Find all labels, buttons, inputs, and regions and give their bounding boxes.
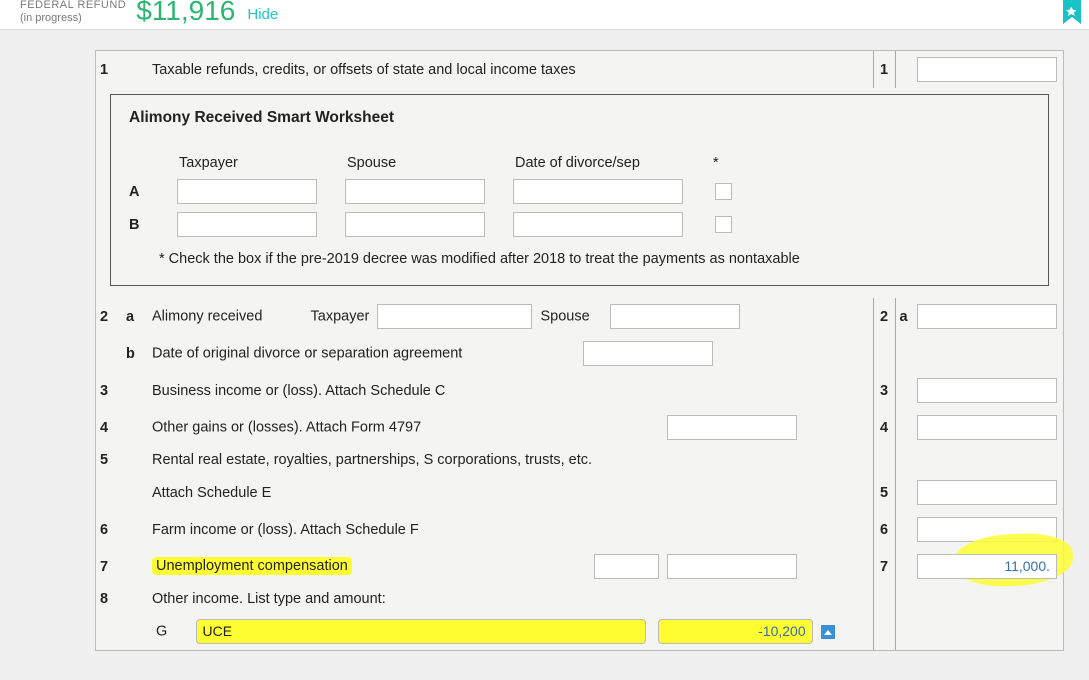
alimony-a-checkbox[interactable]: [715, 183, 732, 200]
line-8g-type-field[interactable]: UCE: [196, 619, 646, 644]
line-7-row: 7 Unemployment compensation 7: [96, 548, 1063, 585]
refund-amount: $11,916: [136, 0, 235, 25]
line-8-num: 8: [96, 585, 122, 613]
line-3-amount-field[interactable]: [917, 378, 1057, 403]
line-7-mid-field-b[interactable]: [667, 554, 797, 579]
alimony-ws-title: Alimony Received Smart Worksheet: [129, 109, 1030, 127]
alimony-b-spouse-field[interactable]: [345, 212, 485, 237]
line-3-rnum: 3: [873, 372, 895, 409]
line-8-row: 8 Other income. List type and amount:: [96, 585, 1063, 613]
alimony-row-b-label: B: [129, 217, 159, 233]
alimony-a-date-field[interactable]: [513, 179, 683, 204]
line-8-desc: Other income. List type and amount:: [148, 585, 873, 613]
form-schedule: 1 Taxable refunds, credits, or offsets o…: [95, 50, 1064, 651]
line-2a-taxpayer-field[interactable]: [377, 304, 532, 329]
line-7-rnum: 7: [873, 548, 895, 585]
line-2a-rsub: a: [895, 298, 913, 335]
line-7-mid-field-a[interactable]: [594, 554, 659, 579]
line-2a-rnum: 2: [873, 298, 895, 335]
line-5-amount-field[interactable]: [917, 480, 1057, 505]
app-header: FEDERAL REFUND (in progress) $11,916 Hid…: [0, 0, 1089, 30]
line-5-desc2: Attach Schedule E: [148, 474, 873, 511]
line-2a-taxpayer-lbl: Taxpayer: [311, 308, 370, 324]
line-8g-label: G: [156, 623, 167, 639]
alimony-hdr-date: Date of divorce/sep: [513, 155, 693, 171]
line-4-num: 4: [96, 409, 122, 446]
line-2b-row: b Date of original divorce or separation…: [96, 335, 1063, 372]
line-1-num: 1: [96, 51, 122, 88]
line-1-desc: Taxable refunds, credits, or offsets of …: [148, 51, 873, 88]
line-8g-amount-field[interactable]: -10,200: [658, 619, 813, 644]
line-2a-sub: a: [122, 298, 148, 335]
line-2a-spouse-lbl: Spouse: [540, 308, 589, 324]
line-1-amount-field[interactable]: [917, 57, 1057, 82]
line-2b-desc: Date of original divorce or separation a…: [152, 345, 462, 361]
alimony-b-taxpayer-field[interactable]: [177, 212, 317, 237]
alimony-hdr-star: *: [711, 155, 751, 171]
line-2b-sub: b: [122, 335, 148, 372]
line-3-desc: Business income or (loss). Attach Schedu…: [148, 372, 873, 409]
line-7-amount-value: 11,000.: [924, 555, 1050, 578]
line-7-amount-field[interactable]: 11,000.: [917, 554, 1057, 579]
line-6-amount-field[interactable]: [917, 517, 1057, 542]
line-5-desc1: Rental real estate, royalties, partnersh…: [148, 446, 873, 474]
line-7-desc: Unemployment compensation: [152, 557, 352, 575]
line-5-num: 5: [96, 446, 122, 474]
alimony-ws-note: * Check the box if the pre-2019 decree w…: [159, 251, 1030, 267]
line-4-desc: Other gains or (losses). Attach Form 479…: [152, 419, 421, 435]
line-2a-row: 2 a Alimony received Taxpayer Spouse 2 a: [96, 298, 1063, 335]
line-2b-date-field[interactable]: [583, 341, 713, 366]
refund-label: FEDERAL REFUND (in progress): [20, 0, 126, 25]
line-1-row: 1 Taxable refunds, credits, or offsets o…: [96, 51, 1063, 88]
hide-link[interactable]: Hide: [247, 6, 278, 23]
alimony-row-a-label: A: [129, 184, 159, 200]
alimony-b-checkbox[interactable]: [715, 216, 732, 233]
line-2a-amount-field[interactable]: [917, 304, 1057, 329]
line-5-row-b: Attach Schedule E 5: [96, 474, 1063, 511]
line-1-rnum: 1: [873, 51, 895, 88]
scroll-up-icon[interactable]: [821, 625, 835, 639]
line-3-num: 3: [96, 372, 122, 409]
line-7-num: 7: [96, 548, 122, 585]
refund-label-line2: (in progress): [20, 12, 126, 25]
alimony-a-spouse-field[interactable]: [345, 179, 485, 204]
alimony-a-taxpayer-field[interactable]: [177, 179, 317, 204]
alimony-worksheet: Alimony Received Smart Worksheet Taxpaye…: [110, 94, 1049, 286]
line-2a-spouse-field[interactable]: [610, 304, 740, 329]
line-4-row: 4 Other gains or (losses). Attach Form 4…: [96, 409, 1063, 446]
line-8g-amount-value: -10,200: [758, 623, 805, 639]
line-4-mid-field[interactable]: [667, 415, 797, 440]
line-4-rnum: 4: [873, 409, 895, 446]
refund-label-line1: FEDERAL REFUND: [20, 0, 126, 12]
line-3-row: 3 Business income or (loss). Attach Sche…: [96, 372, 1063, 409]
line-6-rnum: 6: [873, 511, 895, 548]
alimony-hdr-spouse: Spouse: [345, 155, 495, 171]
line-5-rnum: 5: [873, 474, 895, 511]
line-6-num: 6: [96, 511, 122, 548]
line-6-desc: Farm income or (loss). Attach Schedule F: [148, 511, 873, 548]
bookmark-icon[interactable]: [1061, 0, 1083, 26]
alimony-b-date-field[interactable]: [513, 212, 683, 237]
line-6-row: 6 Farm income or (loss). Attach Schedule…: [96, 511, 1063, 548]
line-8g-type-value: UCE: [203, 623, 233, 639]
line-2a-num: 2: [96, 298, 122, 335]
line-5-row-a: 5 Rental real estate, royalties, partner…: [96, 446, 1063, 474]
line-8g-row: G UCE -10,200: [96, 613, 1063, 650]
line-2a-desc: Alimony received: [152, 308, 262, 324]
line-4-amount-field[interactable]: [917, 415, 1057, 440]
alimony-hdr-taxpayer: Taxpayer: [177, 155, 327, 171]
